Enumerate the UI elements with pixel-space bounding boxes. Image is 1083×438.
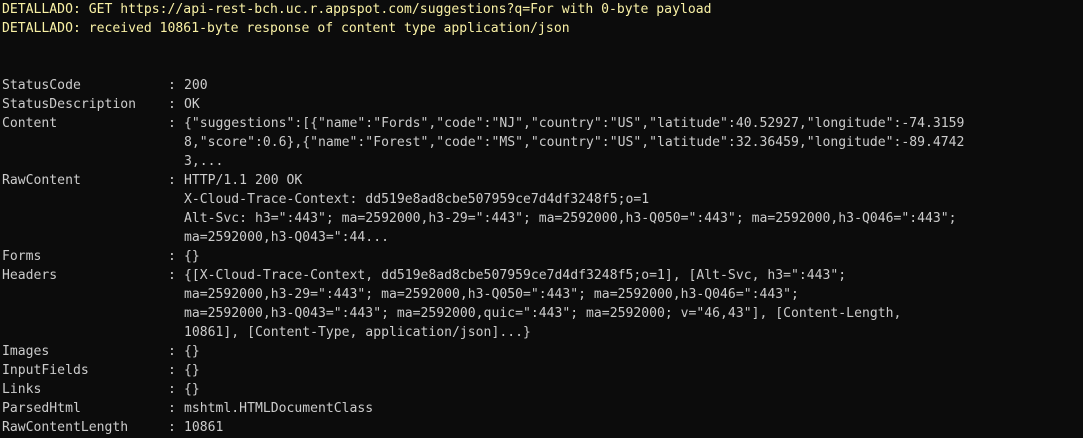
property-value: {} [184,249,200,264]
property-value: {} [184,363,200,378]
property-separator: : [168,420,184,435]
output-row-links: Links: {} [2,380,1083,399]
property-separator [168,209,184,228]
output-row-statusdescription: StatusDescription: OK [2,95,1083,114]
output-row-content: 3,... [2,152,1083,171]
property-value: 3,... [184,154,224,169]
output-row-inputfields: InputFields: {} [2,361,1083,380]
property-value: 200 [184,78,208,93]
property-name [2,304,168,323]
property-separator: : [168,97,184,112]
response-object-output: StatusCode: 200 StatusDescription: OK Cont… [2,76,1083,437]
property-value: ma=2592000,h3-Q043=":44... [184,230,389,245]
output-row-parsedhtml: ParsedHtml: mshtml.HTMLDocumentClass [2,399,1083,418]
output-row-headers: Headers: {[X-Cloud-Trace-Context, dd519e… [2,266,1083,285]
property-name: InputFields [2,363,89,378]
property-value: {} [184,344,200,359]
property-name: Content [2,116,58,131]
property-value: 8,"score":0.6},{"name":"Forest","code":"… [184,135,965,150]
property-separator: : [168,363,184,378]
output-row-rawcontent: RawContent: HTTP/1.1 200 OK [2,171,1083,190]
property-separator: : [168,344,184,359]
property-separator: : [168,78,184,93]
property-value: Alt-Svc: h3=":443"; ma=2592000,h3-29=":4… [184,211,957,226]
property-separator: : [168,401,184,416]
property-name [2,190,168,209]
output-row-forms: Forms: {} [2,247,1083,266]
property-name [2,152,168,171]
property-value: ma=2592000,h3-29=":443"; ma=2592000,h3-Q… [184,287,799,302]
property-value: OK [184,97,200,112]
property-separator: : [168,382,184,397]
property-value: {"suggestions":[{"name":"Fords","code":"… [184,116,965,131]
property-separator [168,304,184,323]
property-name: StatusCode [2,78,81,93]
output-row-rawcontent: ma=2592000,h3-Q043=":44... [2,228,1083,247]
output-row-headers: ma=2592000,h3-Q043=":443"; ma=2592000,qu… [2,304,1083,323]
property-value: HTTP/1.1 200 OK [184,173,303,188]
property-separator: : [168,268,184,283]
property-separator: : [168,173,184,188]
property-name: StatusDescription [2,97,137,112]
output-row-headers: ma=2592000,h3-29=":443"; ma=2592000,h3-Q… [2,285,1083,304]
property-name [2,228,168,247]
output-row-headers: 10861], [Content-Type, application/json]… [2,323,1083,342]
property-value: {} [184,382,200,397]
property-separator [168,133,184,152]
terminal-window[interactable]: DETALLADO: GET https://api-rest-bch.uc.r… [0,0,1083,438]
property-name: Images [2,344,50,359]
property-value: X-Cloud-Trace-Context: dd519e8ad8cbe5079… [184,192,650,207]
property-value: ma=2592000,h3-Q043=":443"; ma=2592000,qu… [184,306,902,321]
property-value: 10861 [184,420,224,435]
property-name: Links [2,382,42,397]
property-separator [168,190,184,209]
property-separator: : [168,116,184,131]
output-row-rawcontent: X-Cloud-Trace-Context: dd519e8ad8cbe5079… [2,190,1083,209]
property-separator: : [168,249,184,264]
property-name: Headers [2,268,58,283]
property-name [2,133,168,152]
property-name: ParsedHtml [2,401,81,416]
property-name: RawContentLength [2,420,129,435]
property-separator [168,323,184,342]
property-separator [168,152,184,171]
property-value: mshtml.HTMLDocumentClass [184,401,374,416]
verbose-line-request: DETALLADO: GET https://api-rest-bch.uc.r… [2,2,712,17]
property-value: {[X-Cloud-Trace-Context, dd519e8ad8cbe50… [184,268,847,283]
property-name: Forms [2,249,42,264]
output-row-rawcontent: Alt-Svc: h3=":443"; ma=2592000,h3-29=":4… [2,209,1083,228]
property-name: RawContent [2,173,81,188]
property-name [2,285,168,304]
verbose-line-response: DETALLADO: received 10861-byte response … [2,21,570,36]
property-separator [168,228,184,247]
property-separator [168,285,184,304]
output-row-content: 8,"score":0.6},{"name":"Forest","code":"… [2,133,1083,152]
output-row-content: Content: {"suggestions":[{"name":"Fords"… [2,114,1083,133]
output-row-rawcontentlength: RawContentLength: 10861 [2,418,1083,437]
output-row-images: Images: {} [2,342,1083,361]
property-name [2,209,168,228]
property-name [2,323,168,342]
property-value: 10861], [Content-Type, application/json]… [184,325,531,340]
output-row-statuscode: StatusCode: 200 [2,76,1083,95]
